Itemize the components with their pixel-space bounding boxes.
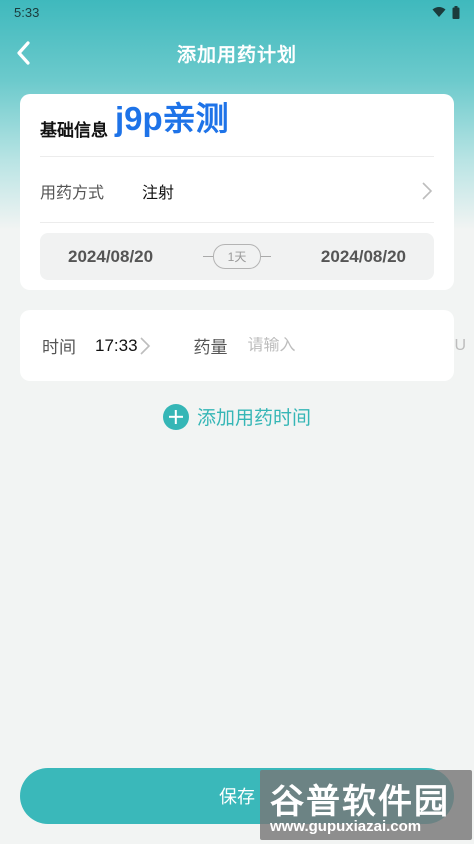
basic-info-title: 基础信息 [40, 121, 108, 140]
days-count-group: 1天 [202, 244, 272, 269]
divider [40, 156, 434, 157]
add-time-button[interactable]: 添加用药时间 [0, 403, 474, 430]
method-row[interactable]: 用药方式 注射 [40, 166, 434, 216]
add-time-label: 添加用药时间 [196, 408, 311, 429]
dose-group: 药量 U [172, 333, 474, 358]
method-value: 注射 [142, 185, 175, 202]
days-count-badge: 1天 [212, 244, 262, 269]
basic-info-card: 基础信息 j9p亲测 用药方式 注射 2024/08/20 1天 2024/08… [20, 94, 454, 290]
dose-unit: U [454, 336, 467, 354]
dose-label: 药量 [193, 338, 228, 357]
date-range: 2024/08/20 1天 2024/08/20 [40, 233, 434, 280]
schedule-card: 时间 17:33 药量 U [20, 310, 466, 381]
plus-circle-icon [162, 403, 189, 430]
dose-input[interactable] [247, 336, 455, 355]
page-title: 添加用药计划 [176, 44, 297, 66]
wifi-icon [432, 7, 446, 17]
status-bar: 5:33 [0, 0, 474, 24]
chevron-right-icon [139, 336, 150, 355]
chevron-right-icon [422, 182, 433, 200]
status-time: 5:33 [14, 4, 40, 20]
watermark-text: j9p亲测 [115, 100, 229, 137]
back-button[interactable] [10, 38, 40, 68]
logo-name: 谷普软件园 [270, 783, 450, 821]
days-line-left [202, 256, 213, 257]
days-line-right [261, 256, 272, 257]
battery-icon [452, 5, 460, 19]
end-date[interactable]: 2024/08/20 [321, 247, 406, 267]
start-date[interactable]: 2024/08/20 [68, 247, 153, 267]
save-label: 保存 [219, 787, 255, 807]
chevron-left-icon [17, 41, 30, 65]
logo-url: www.gupuxiazai.com [270, 818, 422, 835]
time-value: 17:33 [95, 335, 138, 355]
status-icons [432, 5, 460, 19]
divider [40, 222, 434, 223]
nav-bar: 添加用药计划 [0, 30, 474, 76]
method-label: 用药方式 [40, 185, 105, 202]
time-selector[interactable]: 时间 17:33 [20, 333, 172, 358]
site-logo-watermark: 谷普软件园 www.gupuxiazai.com [260, 770, 472, 840]
time-label: 时间 [42, 338, 76, 357]
